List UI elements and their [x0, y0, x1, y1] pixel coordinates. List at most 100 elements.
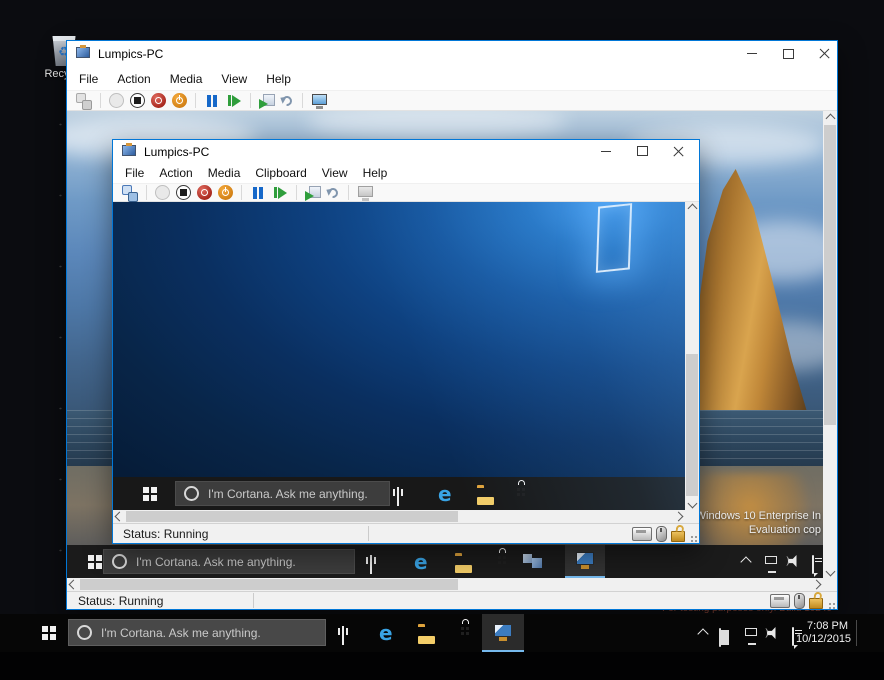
toolbar-separator — [296, 185, 297, 200]
inner-close-button[interactable] — [663, 140, 693, 162]
guest-taskbar-outer: I'm Cortana. Ask me anything. e — [67, 545, 823, 578]
outer-toolbar — [67, 90, 837, 111]
scrollbar-thumb[interactable] — [686, 354, 698, 496]
scroll-right-arrow[interactable] — [810, 578, 823, 591]
vmconnect-icon — [575, 552, 595, 569]
task-view-icon[interactable] — [370, 555, 372, 574]
cortana-search-box[interactable]: I'm Cortana. Ask me anything. — [68, 619, 326, 646]
outer-minimize-button[interactable] — [737, 41, 767, 66]
vmconnect-taskbar-button-active[interactable] — [565, 545, 605, 578]
cortana-icon — [112, 554, 127, 569]
shut-down-icon[interactable] — [151, 93, 166, 108]
edge-icon[interactable]: e — [414, 552, 428, 572]
vmconnect-icon — [493, 624, 513, 641]
scroll-down-arrow[interactable] — [685, 497, 699, 510]
resize-grip[interactable] — [827, 597, 835, 605]
tray-chevron-icon[interactable] — [697, 628, 708, 639]
enhanced-session-icon[interactable] — [311, 93, 327, 109]
save-icon[interactable] — [218, 185, 233, 200]
tray-chevron-icon[interactable] — [740, 556, 751, 567]
edge-icon[interactable]: e — [438, 484, 452, 504]
outer-titlebar[interactable]: Lumpics-PC — [67, 41, 837, 67]
save-icon[interactable] — [172, 93, 187, 108]
pause-icon[interactable] — [250, 185, 266, 201]
cortana-icon — [184, 486, 199, 501]
outer-maximize-button[interactable] — [773, 41, 803, 66]
inner-vertical-scrollbar[interactable] — [685, 202, 699, 510]
outer-window-title: Lumpics-PC — [98, 47, 163, 61]
vmconnect-window-inner: Lumpics-PC File Action Media Clipboard V… — [112, 139, 700, 544]
mouse-indicator-icon — [794, 593, 805, 609]
outer-close-button[interactable] — [809, 41, 839, 66]
scroll-left-arrow[interactable] — [67, 578, 80, 591]
inner-menu-help[interactable]: Help — [363, 166, 388, 180]
start-vm-icon[interactable] — [155, 185, 170, 200]
scroll-left-arrow[interactable] — [113, 510, 126, 523]
inner-horizontal-scrollbar[interactable] — [113, 510, 699, 523]
status-text: Status: Running — [123, 527, 208, 541]
outer-horizontal-scrollbar[interactable] — [67, 578, 837, 591]
vm-display-outer[interactable]: Windows 10 Enterprise In Evaluation cop … — [67, 111, 823, 578]
scrollbar-thumb[interactable] — [80, 579, 458, 590]
inner-menu-view[interactable]: View — [322, 166, 348, 180]
pause-icon[interactable] — [204, 93, 220, 109]
shut-down-icon[interactable] — [197, 185, 212, 200]
scroll-up-arrow[interactable] — [823, 111, 837, 125]
cortana-search-box[interactable]: I'm Cortana. Ask me anything. — [175, 481, 390, 506]
keyboard-indicator-icon — [632, 527, 652, 541]
turn-off-icon[interactable] — [176, 185, 191, 200]
outer-menu-media[interactable]: Media — [170, 72, 203, 86]
outer-menu-action[interactable]: Action — [117, 72, 150, 86]
outer-menu-file[interactable]: File — [79, 72, 98, 86]
host-taskbar: I'm Cortana. Ask me anything. e 7:08 PM … — [0, 614, 884, 652]
inner-menu-file[interactable]: File — [125, 166, 144, 180]
inner-maximize-button[interactable] — [627, 140, 657, 162]
clock-date: 10/12/2015 — [796, 633, 848, 646]
checkpoint-icon[interactable] — [305, 185, 321, 201]
inner-menu-media[interactable]: Media — [208, 166, 241, 180]
action-center-icon[interactable] — [792, 627, 794, 646]
cortana-placeholder: I'm Cortana. Ask me anything. — [136, 555, 296, 569]
guest-taskbar-inner: I'm Cortana. Ask me anything. e — [113, 477, 685, 510]
vmconnect-window-outer: Lumpics-PC File Action Media View Help — [66, 40, 838, 610]
reset-icon[interactable] — [272, 185, 288, 201]
revert-icon[interactable] — [327, 186, 340, 199]
outer-menu-help[interactable]: Help — [266, 72, 291, 86]
scroll-down-arrow[interactable] — [823, 564, 837, 578]
edge-icon[interactable]: e — [379, 623, 393, 643]
lock-indicator-icon — [671, 531, 685, 542]
checkpoint-icon[interactable] — [259, 93, 275, 109]
outer-vertical-scrollbar[interactable] — [823, 111, 837, 578]
resize-grip[interactable] — [689, 530, 697, 538]
task-view-icon[interactable] — [342, 626, 344, 645]
scrollbar-thumb[interactable] — [126, 511, 458, 522]
ctrl-alt-del-icon[interactable] — [76, 93, 92, 109]
turn-off-icon[interactable] — [130, 93, 145, 108]
cortana-search-box[interactable]: I'm Cortana. Ask me anything. — [103, 549, 355, 574]
cortana-placeholder: I'm Cortana. Ask me anything. — [101, 626, 261, 640]
reset-icon[interactable] — [226, 93, 242, 109]
inner-menu-clipboard[interactable]: Clipboard — [255, 166, 306, 180]
start-vm-icon[interactable] — [109, 93, 124, 108]
status-divider — [368, 526, 369, 541]
inner-menu-action[interactable]: Action — [159, 166, 192, 180]
scroll-up-arrow[interactable] — [685, 202, 699, 215]
inner-minimize-button[interactable] — [591, 140, 621, 162]
toolbar-separator — [348, 185, 349, 200]
enhanced-session-icon[interactable] — [357, 185, 373, 201]
lock-indicator-icon — [809, 598, 823, 609]
show-desktop-button[interactable] — [857, 614, 884, 652]
inner-titlebar[interactable]: Lumpics-PC — [113, 140, 699, 163]
scrollbar-thumb[interactable] — [824, 125, 836, 425]
battery-icon[interactable] — [719, 628, 721, 647]
vmconnect-taskbar-button-active[interactable] — [482, 614, 524, 652]
outer-menu-view[interactable]: View — [221, 72, 247, 86]
scroll-right-arrow[interactable] — [672, 510, 685, 523]
task-view-icon[interactable] — [397, 487, 399, 506]
revert-icon[interactable] — [281, 94, 294, 107]
ctrl-alt-del-icon[interactable] — [122, 185, 138, 201]
toolbar-separator — [302, 93, 303, 108]
action-center-icon[interactable] — [812, 555, 814, 574]
clock[interactable]: 7:08 PM 10/12/2015 — [796, 620, 848, 646]
vm-display-inner[interactable]: I'm Cortana. Ask me anything. e — [113, 202, 685, 510]
